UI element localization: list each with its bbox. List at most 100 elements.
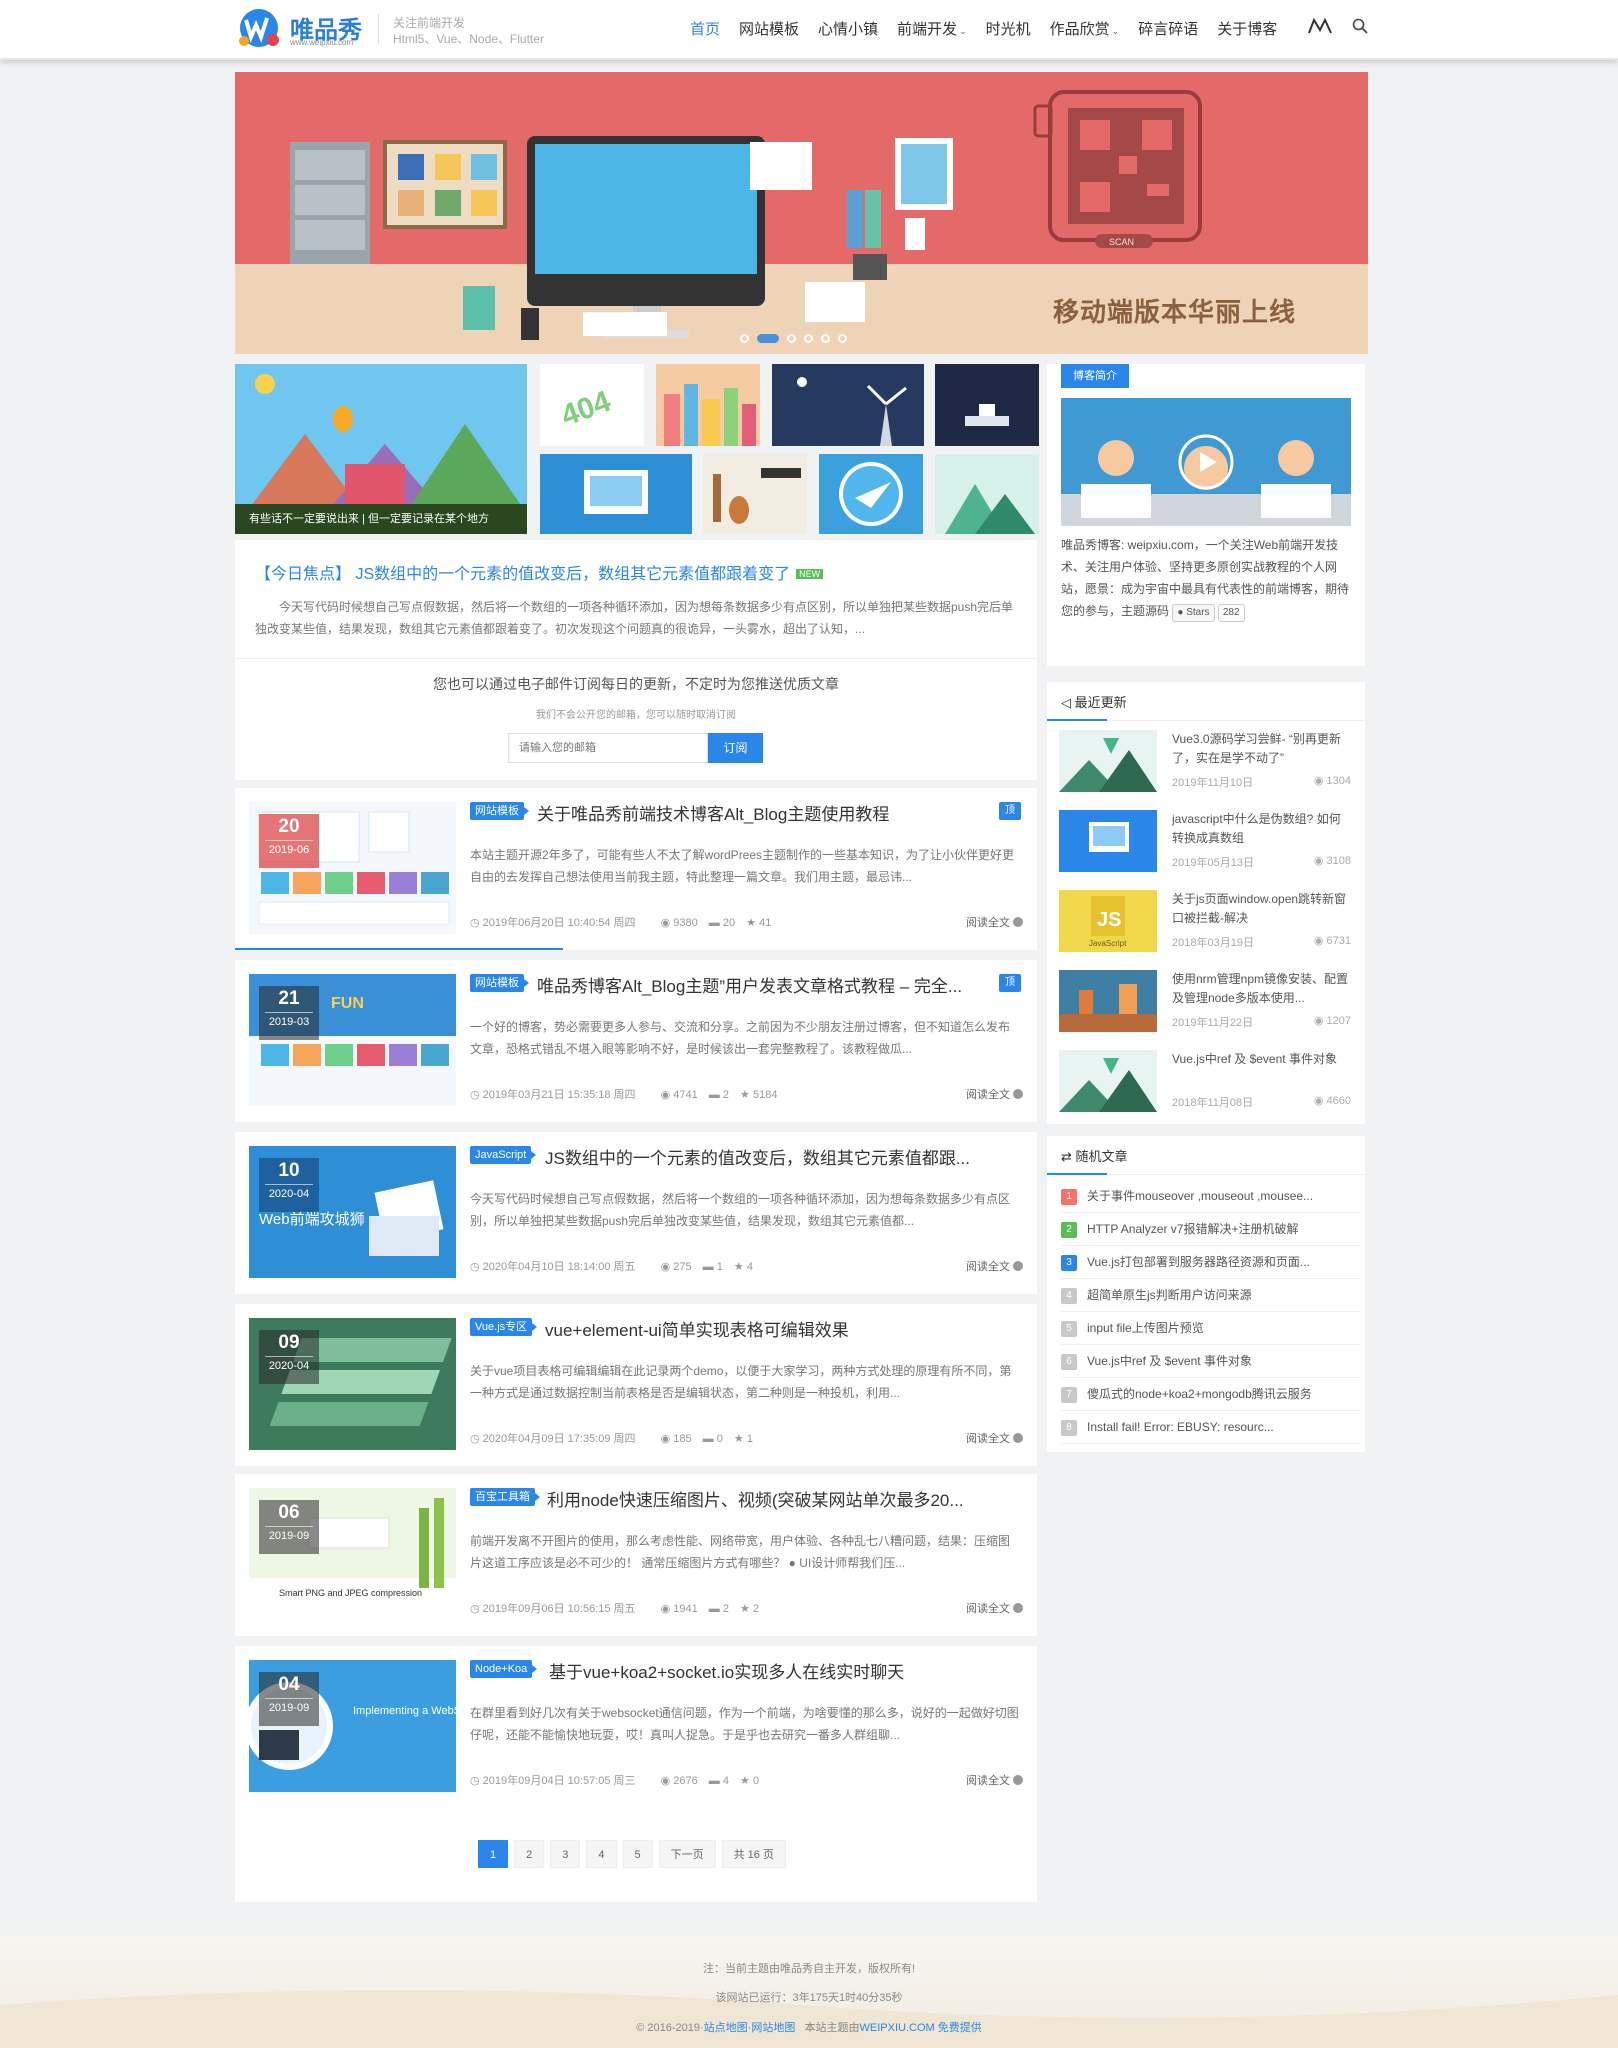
mountain-logo-icon[interactable] bbox=[1308, 18, 1332, 34]
post-category-badge[interactable]: Vue.js专区 bbox=[470, 1318, 538, 1336]
recent-item-title: Vue3.0源码学习尝鲜- “别再更新了，实在是学不动了” bbox=[1172, 732, 1341, 765]
nav-mood[interactable]: 心情小镇 bbox=[818, 18, 878, 39]
nav-about[interactable]: 关于博客 bbox=[1217, 18, 1277, 39]
gallery-thumb-city[interactable] bbox=[656, 364, 760, 446]
gallery-thumb-windmill[interactable] bbox=[772, 364, 924, 446]
post-category-badge[interactable]: Node+Koa bbox=[470, 1660, 538, 1678]
page-5[interactable]: 5 bbox=[622, 1840, 653, 1868]
nav-templates[interactable]: 网站模板 bbox=[739, 18, 799, 39]
post-title[interactable]: 基于vue+koa2+socket.io实现多人在线实时聊天 bbox=[549, 1658, 904, 1683]
post-comments: 4 bbox=[722, 1775, 729, 1787]
read-more-link[interactable]: 阅读全文 bbox=[966, 1600, 1023, 1616]
post-title[interactable]: vue+element-ui简单实现表格可编辑效果 bbox=[545, 1316, 849, 1341]
next-page-button[interactable]: 下一页 bbox=[658, 1840, 716, 1868]
search-icon[interactable] bbox=[1352, 18, 1368, 34]
subscribe-email-input[interactable] bbox=[508, 733, 708, 763]
post-category-badge[interactable]: 网站模板 bbox=[470, 802, 529, 820]
random-item-title: Install fail! Error: EBUSY: resourc... bbox=[1087, 1420, 1274, 1434]
nav-works[interactable]: 作品欣赏 ⌄ bbox=[1050, 18, 1120, 39]
post-title[interactable]: 唯品秀博客Alt_Blog主题”用户发表文章格式教程 – 完全... bbox=[537, 972, 962, 997]
page-1[interactable]: 1 bbox=[478, 1840, 509, 1868]
random-item[interactable]: 8 Install fail! Error: EBUSY: resourc... bbox=[1061, 1411, 1361, 1444]
read-more-link[interactable]: 阅读全文 bbox=[966, 914, 1023, 930]
gallery-thumb-night[interactable] bbox=[935, 364, 1039, 446]
subscribe-button[interactable]: 订阅 bbox=[708, 733, 763, 763]
focus-title[interactable]: 【今日焦点】 JS数组中的一个元素的值改变后，数组其它元素值都跟着变了 NEW bbox=[255, 560, 824, 584]
about-video[interactable] bbox=[1061, 398, 1351, 526]
random-item[interactable]: 5 input file上传图片预览 bbox=[1061, 1312, 1361, 1345]
github-stars-button[interactable]: ● Stars bbox=[1172, 604, 1215, 622]
random-item-title: Vue.js打包部署到服务器路径资源和页面... bbox=[1087, 1255, 1310, 1269]
post-thumbnail[interactable]: 20 2019-06 bbox=[249, 802, 456, 934]
random-item[interactable]: 7 傻瓜式的node+koa2+mongodb腾讯云服务 bbox=[1061, 1378, 1361, 1411]
post-thumbnail[interactable]: 09 2020-04 bbox=[249, 1318, 456, 1450]
post-day: 06 bbox=[278, 1502, 300, 1523]
gallery-thumb-music[interactable] bbox=[703, 454, 807, 534]
post-views: 185 bbox=[673, 1433, 692, 1445]
page-2[interactable]: 2 bbox=[514, 1840, 545, 1868]
random-item[interactable]: 2 HTTP Analyzer v7报错解决+注册机破解 bbox=[1061, 1213, 1361, 1246]
gallery-thumb-plane[interactable] bbox=[819, 454, 923, 534]
post-category-badge[interactable]: 网站模板 bbox=[470, 974, 529, 992]
recent-thumb bbox=[1059, 970, 1157, 1032]
gallery-main-image[interactable]: 有些话不一定要说出来 | 但一定要记录在某个地方 bbox=[235, 364, 527, 534]
sitemap2-link[interactable]: 网站地图 bbox=[751, 2022, 795, 2034]
post-views: 9380 bbox=[673, 917, 698, 929]
eye-icon: ◉ bbox=[660, 1603, 674, 1615]
carousel-dot-active[interactable] bbox=[757, 334, 779, 343]
post-date: 2019年03月21日 15:35:18 周四 bbox=[482, 1089, 636, 1101]
nav-home[interactable]: 首页 bbox=[690, 18, 720, 39]
post-title[interactable]: JS数组中的一个元素的值改变后，数组其它元素值都跟... bbox=[545, 1144, 970, 1169]
gallery-thumb-mountain[interactable] bbox=[935, 454, 1039, 534]
gallery-thumb-404[interactable]: 404 bbox=[540, 364, 644, 446]
post-title[interactable]: 利用node快速压缩图片、视频(突破某网站单次最多20... bbox=[547, 1486, 964, 1511]
clock-icon: ◷ bbox=[470, 1775, 483, 1787]
random-item[interactable]: 1 关于事件mouseover ,mouseout ,mousee... bbox=[1061, 1180, 1361, 1213]
star-icon: ★ bbox=[746, 917, 760, 929]
read-more-link[interactable]: 阅读全文 bbox=[966, 1430, 1023, 1446]
post-date-box: 21 2019-03 bbox=[259, 986, 319, 1040]
post-category-badge[interactable]: 百宝工具箱 bbox=[470, 1488, 540, 1506]
read-more-link[interactable]: 阅读全文 bbox=[966, 1772, 1023, 1788]
nav-notes[interactable]: 碎言碎语 bbox=[1138, 18, 1198, 39]
random-item-title: HTTP Analyzer v7报错解决+注册机破解 bbox=[1087, 1222, 1299, 1236]
clock-icon: ◷ bbox=[470, 1089, 483, 1101]
post-thumbnail[interactable]: Implementing a WebSocket Server with Nod… bbox=[249, 1660, 456, 1792]
theme-link[interactable]: WEIPXIU.COM bbox=[860, 2022, 935, 2034]
carousel-dot[interactable] bbox=[838, 334, 847, 343]
random-item[interactable]: 6 Vue.js中ref 及 $event 事件对象 bbox=[1061, 1345, 1361, 1378]
recent-item[interactable]: javascript中什么是伪数组? 如何转换成真数组 2019年05月13日 … bbox=[1047, 804, 1365, 884]
random-item[interactable]: 3 Vue.js打包部署到服务器路径资源和页面... bbox=[1061, 1246, 1361, 1279]
read-more-link[interactable]: 阅读全文 bbox=[966, 1258, 1023, 1274]
provided-link[interactable]: 免费提供 bbox=[938, 2022, 982, 2034]
hero-banner[interactable]: SCAN 移动端版本华丽上线 bbox=[235, 72, 1368, 354]
arrow-right-icon bbox=[1013, 1775, 1023, 1785]
post-date: 2019年09月04日 10:57:05 周三 bbox=[482, 1775, 636, 1787]
recent-item[interactable]: Vue3.0源码学习尝鲜- “别再更新了，实在是学不动了” 2019年11月10… bbox=[1047, 724, 1365, 804]
carousel-dot[interactable] bbox=[787, 334, 796, 343]
carousel-dot[interactable] bbox=[821, 334, 830, 343]
carousel-dot[interactable] bbox=[804, 334, 813, 343]
page-3[interactable]: 3 bbox=[550, 1840, 581, 1868]
post-thumbnail[interactable]: Web前端攻城狮 10 2020-04 bbox=[249, 1146, 456, 1278]
read-more-link[interactable]: 阅读全文 bbox=[966, 1086, 1023, 1102]
star-icon: ★ bbox=[733, 1433, 747, 1445]
recent-item[interactable]: JS JavaScript 关于js页面window.open跳转新窗口被拦截-解… bbox=[1047, 884, 1365, 964]
random-item[interactable]: 4 超简单原生js判断用户访问来源 bbox=[1061, 1279, 1361, 1312]
carousel-dot[interactable] bbox=[740, 334, 749, 343]
post-thumbnail[interactable]: Smart PNG and JPEG compression 06 2019-09 bbox=[249, 1488, 456, 1620]
sitemap-link[interactable]: 站点地图 bbox=[704, 2022, 748, 2034]
recent-item[interactable]: 使用nrm管理npm镜像安装、配置及管理node多版本使用... 2019年11… bbox=[1047, 964, 1365, 1044]
logo-mark-icon[interactable] bbox=[235, 7, 285, 49]
random-item-number: 5 bbox=[1061, 1320, 1077, 1337]
gallery-thumb-desktop[interactable] bbox=[540, 454, 692, 534]
post-thumbnail[interactable]: FUN 21 2019-03 bbox=[249, 974, 456, 1106]
page-4[interactable]: 4 bbox=[586, 1840, 617, 1868]
nav-timemachine[interactable]: 时光机 bbox=[986, 18, 1031, 39]
nav-frontend[interactable]: 前端开发 ⌄ bbox=[897, 18, 967, 39]
recent-item-views: ◉ 4660 bbox=[1314, 1094, 1351, 1107]
post-category-badge[interactable]: JavaScript bbox=[470, 1146, 537, 1164]
post-title[interactable]: 关于唯品秀前端技术博客Alt_Blog主题使用教程 bbox=[537, 800, 889, 825]
read-more-label: 阅读全文 bbox=[966, 1775, 1010, 1787]
recent-item[interactable]: Vue.js中ref 及 $event 事件对象 2018年11月08日 ◉ 4… bbox=[1047, 1044, 1365, 1124]
